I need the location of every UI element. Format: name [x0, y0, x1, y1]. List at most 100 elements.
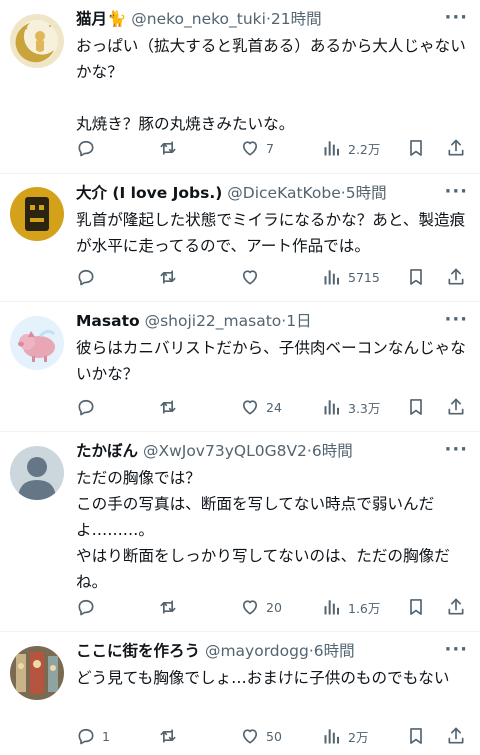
reply-button[interactable] — [76, 266, 102, 288]
bookmark-button[interactable] — [406, 596, 426, 618]
more-options-icon[interactable]: ··· — [444, 441, 468, 459]
share-button[interactable] — [446, 396, 466, 418]
heart-icon — [242, 600, 258, 615]
more-options-icon[interactable]: ··· — [444, 641, 468, 659]
like-button[interactable]: 7 — [240, 137, 274, 159]
bookmark-icon — [410, 399, 422, 415]
tweet-text: 乳首が隆起した状態でミイラになるかな？あと、製造痕が水平に走ってるので、アート作… — [76, 211, 466, 255]
tweet-header: Masato @shoji22_masato·1日 — [76, 310, 472, 332]
share-icon — [448, 139, 464, 156]
user-handle[interactable]: @mayordogg — [205, 642, 309, 660]
display-name[interactable]: たかぼん — [76, 442, 138, 460]
reply-button[interactable] — [76, 396, 102, 418]
tweet-text: どう見ても胸像でしょ…おまけに子供のものでもない — [76, 669, 450, 687]
views-button[interactable]: 5715 — [322, 266, 380, 288]
retweet-icon — [160, 400, 176, 414]
tweet-header: 大介 (I love Jobs.) @DiceKatKobe·5時間 — [76, 182, 472, 204]
retweet-icon — [160, 729, 176, 743]
reply-icon — [78, 399, 94, 416]
timestamp[interactable]: 21時間 — [271, 10, 322, 28]
views-chart-icon — [324, 270, 339, 285]
user-handle[interactable]: @neko_neko_tuki — [131, 10, 266, 28]
avatar[interactable] — [10, 316, 64, 370]
bookmark-icon — [410, 269, 422, 285]
share-icon — [448, 727, 464, 744]
avatar[interactable] — [10, 646, 64, 700]
reply-icon — [78, 728, 94, 745]
heart-icon — [242, 729, 258, 744]
share-icon — [448, 398, 464, 415]
reply-button[interactable]: 1 — [76, 725, 110, 747]
views-button[interactable]: 1.6万 — [322, 596, 380, 618]
display-name[interactable]: ここに街を作ろう — [76, 642, 200, 660]
tweet[interactable]: ここに街を作ろう @mayordogg·6時間 ··· どう見ても胸像でしょ…お… — [0, 632, 480, 755]
more-options-icon[interactable]: ··· — [444, 9, 468, 27]
retweet-icon — [160, 141, 176, 155]
bookmark-button[interactable] — [406, 396, 426, 418]
more-options-icon[interactable]: ··· — [444, 311, 468, 329]
tweet-text: ただの胸像では？ この手の写真は、断面を写してない時点で弱いんだよ………。 やは… — [76, 469, 450, 591]
timestamp[interactable]: 6時間 — [314, 642, 355, 660]
views-button[interactable]: 2万 — [322, 725, 368, 747]
bookmark-button[interactable] — [406, 137, 426, 159]
view-count: 2万 — [348, 729, 369, 745]
reply-feed: 猫月🐈 @neko_neko_tuki·21時間 ··· おっぱい（拡大すると乳… — [0, 0, 480, 755]
bookmark-button[interactable] — [406, 725, 426, 747]
more-options-icon[interactable]: ··· — [444, 183, 468, 201]
share-button[interactable] — [446, 725, 466, 747]
retweet-button[interactable] — [158, 396, 184, 418]
reply-button[interactable] — [76, 596, 102, 618]
retweet-button[interactable] — [158, 266, 184, 288]
views-chart-icon — [324, 141, 339, 156]
views-button[interactable]: 3.3万 — [322, 396, 380, 418]
like-button[interactable]: 20 — [240, 596, 282, 618]
views-chart-icon — [324, 400, 339, 415]
display-name[interactable]: Masato — [76, 312, 140, 330]
display-name[interactable]: 猫月🐈 — [76, 10, 126, 28]
share-button[interactable] — [446, 266, 466, 288]
tweet-text: おっぱい（拡大すると乳首ある）あるから大人じゃないかな？ 丸焼き？豚の丸焼きみた… — [76, 37, 466, 133]
timestamp[interactable]: 5時間 — [346, 184, 387, 202]
avatar[interactable] — [10, 446, 64, 500]
views-button[interactable]: 2.2万 — [322, 137, 380, 159]
like-button[interactable]: 50 — [240, 725, 282, 747]
heart-icon — [242, 141, 258, 156]
retweet-icon — [160, 600, 176, 614]
share-icon — [448, 598, 464, 615]
user-handle[interactable]: @shoji22_masato — [145, 312, 282, 330]
retweet-button[interactable] — [158, 137, 184, 159]
like-count: 7 — [266, 140, 274, 156]
reply-count: 1 — [102, 728, 110, 744]
user-handle[interactable]: @DiceKatKobe — [227, 184, 341, 202]
bookmark-button[interactable] — [406, 266, 426, 288]
user-handle[interactable]: @XwJov73yQL0G8V2 — [143, 442, 307, 460]
bookmark-icon — [410, 728, 422, 744]
timestamp[interactable]: 6時間 — [312, 442, 353, 460]
reply-button[interactable] — [76, 137, 102, 159]
view-count: 1.6万 — [348, 600, 381, 616]
retweet-button[interactable] — [158, 725, 184, 747]
reply-icon — [78, 140, 94, 157]
tweet[interactable]: Masato @shoji22_masato·1日 ··· 彼らはカニバリストだ… — [0, 302, 480, 432]
avatar[interactable] — [10, 187, 64, 241]
heart-icon — [242, 400, 258, 415]
tweet[interactable]: たかぼん @XwJov73yQL0G8V2·6時間 ··· ただの胸像では？ こ… — [0, 432, 480, 632]
retweet-icon — [160, 270, 176, 284]
tweet[interactable]: 猫月🐈 @neko_neko_tuki·21時間 ··· おっぱい（拡大すると乳… — [0, 0, 480, 174]
avatar[interactable] — [10, 14, 64, 68]
share-button[interactable] — [446, 137, 466, 159]
view-count: 3.3万 — [348, 400, 381, 416]
reply-icon — [78, 269, 94, 286]
share-button[interactable] — [446, 596, 466, 618]
like-count: 50 — [266, 728, 282, 744]
retweet-button[interactable] — [158, 596, 184, 618]
tweet[interactable]: 大介 (I love Jobs.) @DiceKatKobe·5時間 ··· 乳… — [0, 174, 480, 302]
display-name[interactable]: 大介 (I love Jobs.) — [76, 184, 222, 202]
like-button[interactable] — [240, 266, 266, 288]
share-icon — [448, 268, 464, 285]
timestamp[interactable]: 1日 — [286, 312, 311, 330]
bookmark-icon — [410, 140, 422, 156]
tweet-header: たかぼん @XwJov73yQL0G8V2·6時間 — [76, 440, 472, 462]
like-button[interactable]: 24 — [240, 396, 282, 418]
tweet-header: ここに街を作ろう @mayordogg·6時間 — [76, 640, 472, 662]
